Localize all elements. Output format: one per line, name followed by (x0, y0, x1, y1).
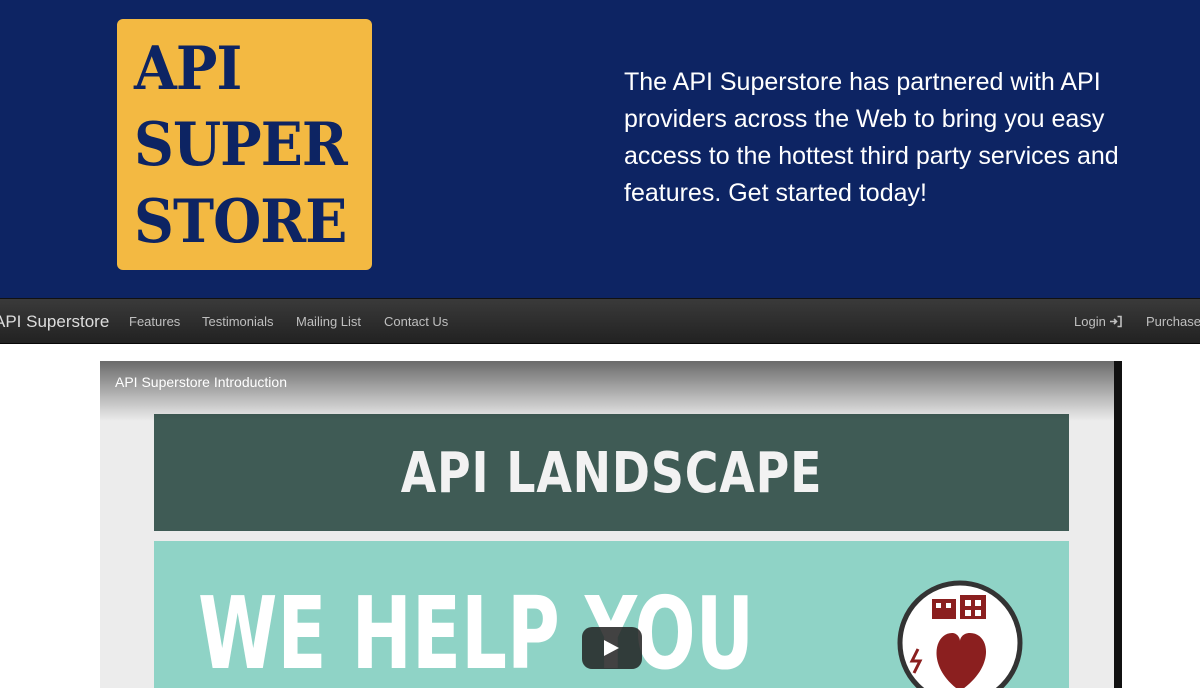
nav-login[interactable]: Login (1074, 314, 1123, 332)
tagline: The API Superstore has partnered with AP… (624, 68, 1119, 207)
logo-line-api: API (134, 34, 242, 104)
slide-text: WE HELP YOU (198, 575, 755, 688)
nav-contact-us[interactable]: Contact Us (384, 314, 448, 330)
nav-testimonials[interactable]: Testimonials (202, 314, 274, 330)
site-header: API SUPER STORE The API Superstore has p… (0, 0, 1200, 298)
slide-heading-panel: API LANDSCAPE (154, 414, 1069, 531)
nav-features[interactable]: Features (129, 314, 180, 330)
nav-purchase[interactable]: Purchase (1146, 314, 1200, 330)
logo[interactable]: API SUPER STORE (117, 19, 372, 270)
video-edge (1114, 361, 1122, 688)
slide-heading: API LANDSCAPE (400, 441, 823, 506)
logo-line-store: STORE (134, 187, 347, 257)
logo-line-super: SUPER (134, 110, 348, 180)
navbar: API Superstore Features Testimonials Mai… (0, 298, 1200, 344)
nav-login-label: Login (1074, 314, 1106, 329)
video-title-bar (100, 361, 1122, 421)
brand-link[interactable]: API Superstore (0, 312, 109, 332)
video-player[interactable]: API LANDSCAPE WE HELP YOU API Superstore… (100, 361, 1122, 688)
video-title[interactable]: API Superstore Introduction (115, 374, 287, 391)
sign-in-icon (1109, 315, 1123, 332)
play-icon (604, 640, 619, 656)
heart-building-icon (896, 579, 1024, 688)
nav-mailing-list[interactable]: Mailing List (296, 314, 361, 330)
play-button[interactable] (582, 627, 642, 669)
